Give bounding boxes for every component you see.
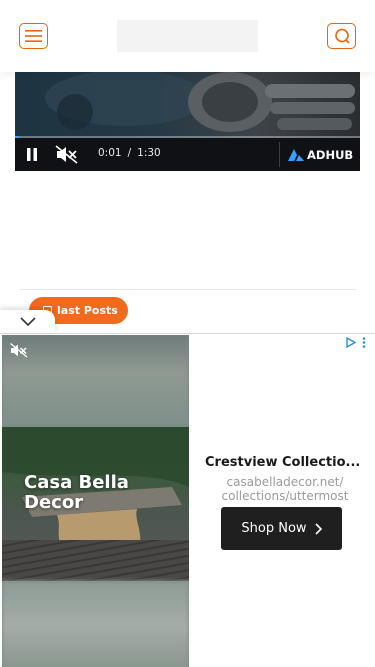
ad-headline[interactable]: Crestview Collectio... [205, 455, 365, 470]
latest-posts-label: last Posts [57, 304, 118, 317]
hamburger-icon [25, 30, 42, 42]
site-logo-placeholder[interactable] [117, 20, 258, 52]
section-divider [20, 289, 356, 290]
ad-media-panel[interactable]: Casa Bella Decor [2, 335, 189, 667]
shop-now-label: Shop Now [241, 521, 307, 536]
adchoices-icon[interactable] [345, 337, 356, 348]
search-button[interactable] [327, 23, 356, 49]
search-icon [334, 28, 350, 44]
site-header [0, 0, 375, 72]
ad-mute-button[interactable] [10, 342, 28, 363]
video-time-readout: 0:01 / 1:30 [98, 147, 167, 159]
ad-deck-floor [2, 540, 189, 581]
ad-blurred-image-bottom [2, 581, 189, 667]
video-duration: 1:30 [137, 147, 161, 159]
shop-now-button[interactable]: Shop Now [221, 507, 342, 550]
ad-brand-line1: Casa Bella [24, 472, 129, 493]
ad-blurred-image-top [2, 335, 189, 427]
more-options-icon[interactable] [362, 337, 366, 348]
pause-button[interactable] [26, 148, 38, 161]
pause-icon [27, 148, 37, 161]
ad-brand-name: Casa Bella Decor [24, 473, 129, 513]
ad-display-url[interactable]: casabelladecor.net/ collections/uttermos… [205, 475, 365, 503]
adhub-label: ADHUB [307, 147, 354, 162]
ad-collapse-button[interactable] [0, 310, 55, 333]
ad-url-line2: collections/uttermost [221, 489, 349, 503]
muted-speaker-icon [55, 145, 78, 164]
menu-button[interactable] [19, 23, 48, 49]
ad-choices[interactable] [345, 337, 366, 348]
sticky-ad-banner[interactable]: Casa Bella Decor Crestview Collectio... … [0, 333, 375, 667]
ad-url-line1: casabelladecor.net/ [226, 475, 344, 489]
adhub-logo-icon [288, 148, 304, 161]
video-frame-robot-arm [15, 72, 360, 138]
video-player[interactable]: 0:01 / 1:30 ADHUB [15, 72, 360, 171]
adhub-brand[interactable]: ADHUB [279, 142, 353, 167]
ad-brand-line2: Decor [24, 492, 84, 513]
video-current-time: 0:01 [98, 147, 122, 159]
chevron-down-icon [19, 317, 36, 326]
mute-button[interactable] [55, 145, 79, 164]
chevron-right-icon [314, 522, 322, 535]
muted-speaker-icon [10, 342, 28, 358]
video-time-separator: / [127, 147, 132, 159]
